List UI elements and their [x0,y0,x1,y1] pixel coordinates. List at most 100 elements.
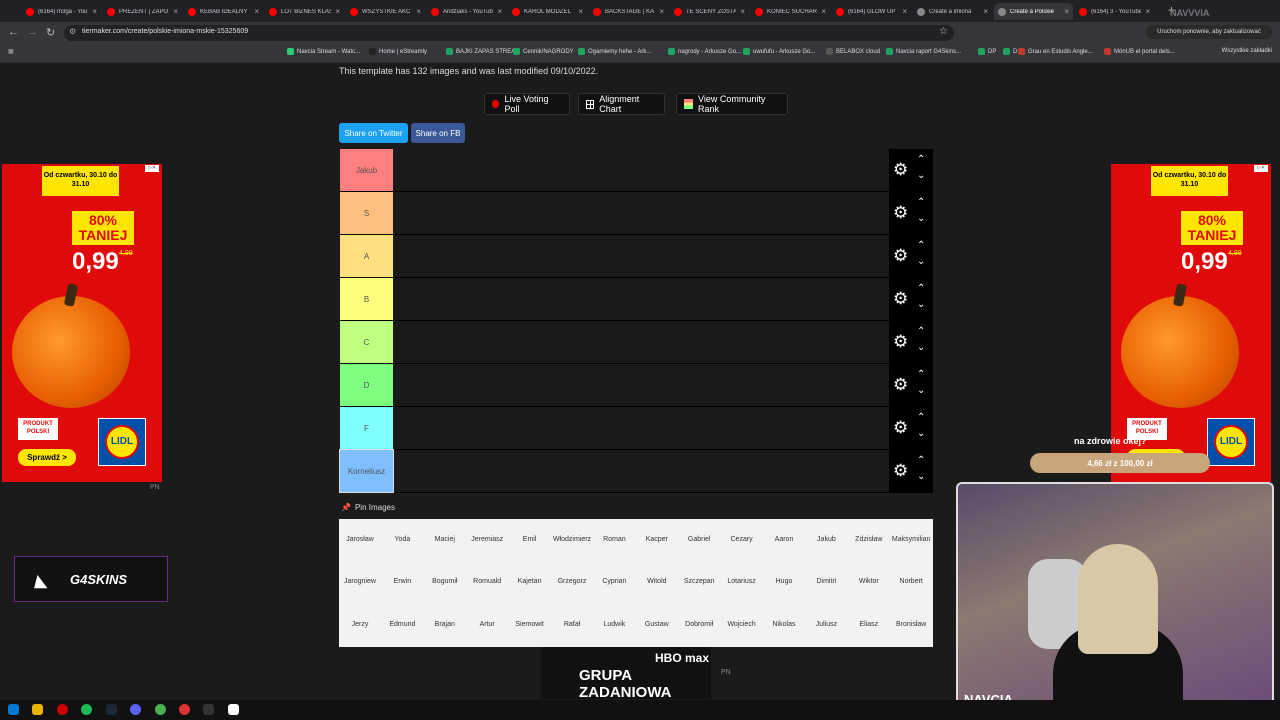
name-tile[interactable]: Romuald [466,578,508,585]
name-tile[interactable]: Norbert [890,578,932,585]
address-bar[interactable]: ⚙ tiermaker.com/create/polskie-imiona-ms… [64,25,954,41]
browser-tab[interactable]: (6164) m3ga - YouTube × [22,3,101,20]
name-tile[interactable]: Gustaw [636,621,678,628]
move-down-icon[interactable]: ⌄ [917,257,925,267]
forward-icon[interactable]: → [27,26,38,38]
bookmark-item[interactable]: BELABOX cloud [826,48,880,55]
name-tile[interactable]: Jeremiasz [466,536,508,543]
tab-close-icon[interactable]: × [821,7,826,16]
chrome-icon[interactable] [155,704,166,715]
name-tile[interactable]: Bronisław [890,621,932,628]
tier-label[interactable]: Jakub [340,149,393,191]
move-up-icon[interactable]: ⌃ [917,241,925,251]
move-up-icon[interactable]: ⌃ [917,327,925,337]
apps-icon[interactable]: ▦ [8,48,14,55]
browser-tab[interactable]: (6164) GLOW UP × [832,3,911,20]
tab-close-icon[interactable]: × [1145,7,1150,16]
steam-icon[interactable] [106,704,117,715]
bookmark-item[interactable]: nagrody - Arkusze Go... [668,48,741,55]
name-tile[interactable]: Dimitri [805,578,847,585]
bookmark-star-icon[interactable]: ☆ [939,26,948,37]
gear-icon[interactable]: ⚙ [893,290,908,307]
browser-tab[interactable]: WSZYSTKIE AKC × [346,3,425,20]
back-icon[interactable]: ← [8,26,19,38]
windows-start-icon[interactable] [8,704,19,715]
name-tile[interactable]: Erwin [381,578,423,585]
name-tile[interactable]: Roman [593,536,635,543]
bookmark-item[interactable]: BAJKI ZAPAS STREAM [446,48,520,55]
move-up-icon[interactable]: ⌃ [917,284,925,294]
gear-icon[interactable]: ⚙ [893,247,908,264]
name-tile[interactable]: Jarogniew [339,578,381,585]
tab-close-icon[interactable]: × [983,7,988,16]
browser-tab[interactable]: Create a Polskie × [994,3,1073,20]
tab-close-icon[interactable]: × [578,7,583,16]
spotify-icon[interactable] [81,704,92,715]
name-tile[interactable]: Yoda [381,536,423,543]
tier-drop-zone[interactable] [394,149,889,191]
tier-drop-zone[interactable] [394,450,889,492]
tab-close-icon[interactable]: × [902,7,907,16]
name-tile[interactable]: Juliusz [805,621,847,628]
name-tile[interactable]: Emil [509,536,551,543]
tier-drop-zone[interactable] [394,235,889,277]
move-up-icon[interactable]: ⌃ [917,370,925,380]
name-tile[interactable]: Jarosław [339,536,381,543]
opera-icon[interactable] [57,704,68,715]
name-tile[interactable]: Gabriel [678,536,720,543]
tab-close-icon[interactable]: × [92,7,97,16]
bookmark-item[interactable]: uwufufu - Arkusze Go... [743,48,815,55]
alignment-chart-button[interactable]: Alignment Chart [578,93,665,115]
browser-tab[interactable]: KAROL MODZEL × [508,3,587,20]
tier-label[interactable]: Korneliusz [339,449,394,493]
tier-label[interactable]: A [340,235,393,277]
name-tile[interactable]: Artur [466,621,508,628]
tier-label[interactable]: B [340,278,393,320]
name-tile[interactable]: Lotariusz [721,578,763,585]
name-tile[interactable]: Hugo [763,578,805,585]
tab-close-icon[interactable]: × [659,7,664,16]
name-tile[interactable]: Cezary [721,536,763,543]
lidl-ad-left[interactable]: ▷✕ Od czwartku, 30.10 do 31.10 80% TANIE… [2,164,162,482]
tier-label[interactable]: C [340,321,393,363]
name-tile[interactable]: Jakub [805,536,847,543]
move-down-icon[interactable]: ⌄ [917,171,925,181]
name-tile[interactable]: Wiktor [848,578,890,585]
tab-close-icon[interactable]: × [173,7,178,16]
tier-drop-zone[interactable] [394,407,889,449]
ad-info-icon[interactable]: ▷✕ [145,165,159,172]
gear-icon[interactable]: ⚙ [893,161,908,178]
bookmark-item[interactable]: Grau en Estudis Angle... [1018,48,1093,55]
browser-tab[interactable]: Create a imiona × [913,3,992,20]
name-tile[interactable]: Kacper [636,536,678,543]
name-tile[interactable]: Witold [636,578,678,585]
lidl-ad-right[interactable]: ▷✕ Od czwartku, 30.10 do 31.10 80% TANIE… [1111,164,1271,482]
all-bookmarks[interactable]: Wszystkie zakładki [1222,48,1272,54]
browser-tab[interactable]: TE SCENY ZOSTA × [670,3,749,20]
tab-close-icon[interactable]: × [1064,7,1069,16]
share-twitter-button[interactable]: Share on Twitter [339,123,408,143]
move-down-icon[interactable]: ⌄ [917,429,925,439]
gear-icon[interactable]: ⚙ [893,462,908,479]
name-tile[interactable]: Cyprian [593,578,635,585]
tier-label[interactable]: D [340,364,393,406]
discord-icon[interactable] [130,704,141,715]
name-tile[interactable]: Rafał [551,621,593,628]
name-tile[interactable]: Kajetan [509,578,551,585]
bookmark-item[interactable]: Cennik/NAGRODY [513,48,574,55]
tab-close-icon[interactable]: × [254,7,259,16]
bookmark-item[interactable]: DP [978,48,996,55]
move-up-icon[interactable]: ⌃ [917,456,925,466]
name-tile[interactable]: Jerzy [339,621,381,628]
tier-drop-zone[interactable] [394,364,889,406]
notes-icon[interactable] [228,704,239,715]
name-tile[interactable]: Nikolas [763,621,805,628]
reload-icon[interactable]: ↻ [46,26,55,39]
name-tile[interactable]: Maciej [424,536,466,543]
ad-cta-button[interactable]: Sprawdź > [18,449,76,466]
move-down-icon[interactable]: ⌄ [917,214,925,224]
bookmark-item[interactable]: D [1003,48,1017,55]
name-tile[interactable]: Dobromił [678,621,720,628]
browser-tab[interactable]: LOT BIZNES KLASA× [265,3,344,20]
bookmark-item[interactable]: Home | eStreamly [369,48,427,55]
